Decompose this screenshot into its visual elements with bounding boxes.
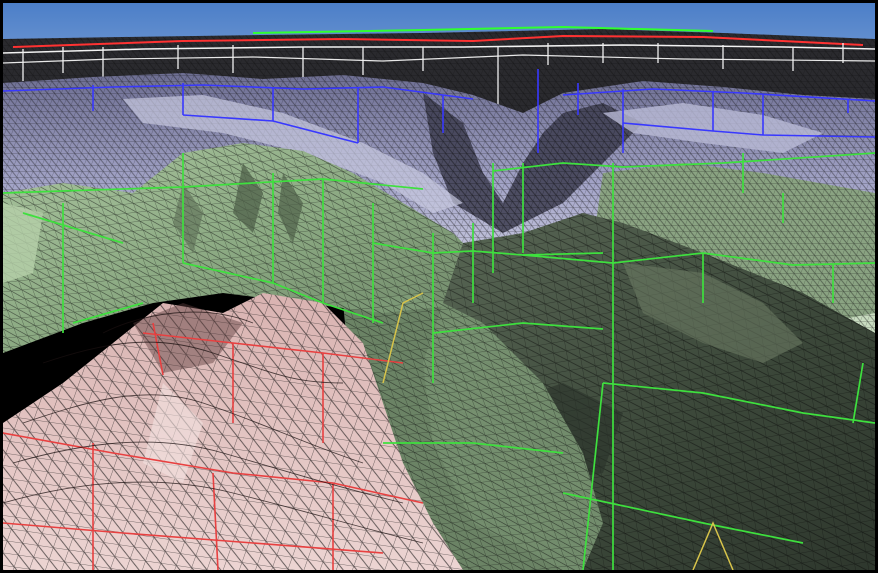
terrain-viewport[interactable] bbox=[0, 0, 878, 573]
terrain-render bbox=[3, 3, 875, 570]
